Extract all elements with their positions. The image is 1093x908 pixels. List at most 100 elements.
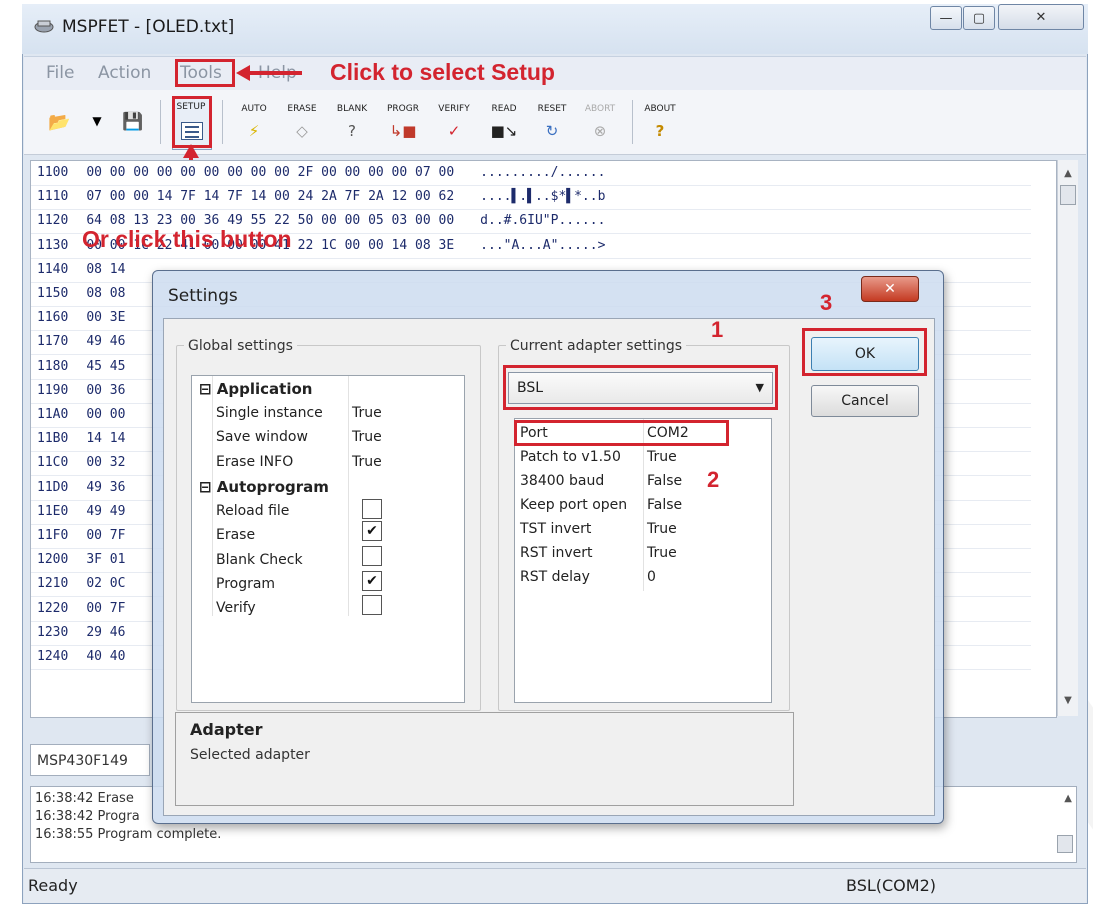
- erase-checkbox[interactable]: ✔: [362, 521, 382, 541]
- scroll-down-icon[interactable]: ▼: [1058, 695, 1078, 706]
- global-settings-title: Global settings: [184, 338, 297, 354]
- blank-check-icon[interactable]: ?: [332, 122, 372, 140]
- hex-bytes: 08 08: [86, 286, 126, 301]
- setting-value[interactable]: True: [352, 429, 382, 445]
- hex-address: 1130: [37, 237, 69, 253]
- refresh-icon[interactable]: ↻: [532, 122, 572, 140]
- hex-row[interactable]: 1190 00 36: [37, 383, 151, 398]
- abort-icon: ⊗: [593, 122, 607, 140]
- hex-row[interactable]: 1230 29 46: [37, 625, 151, 640]
- prop-name: TST invert: [520, 521, 592, 537]
- hex-address: 11B0: [37, 431, 69, 447]
- hex-row[interactable]: 11B0 14 14: [37, 431, 151, 446]
- log-line: 16:38:55 Program complete.: [35, 827, 222, 842]
- eraser-icon[interactable]: ◇: [282, 122, 322, 140]
- checkmark-icon[interactable]: ✓: [432, 122, 476, 140]
- dialog-close-button[interactable]: ✕: [861, 276, 919, 302]
- app-icon: [34, 18, 54, 34]
- save-icon[interactable]: 💾: [122, 112, 143, 132]
- open-folder-icon[interactable]: 📂: [48, 112, 70, 133]
- description-title: Adapter: [190, 720, 263, 739]
- blank-check-checkbox[interactable]: [362, 546, 382, 566]
- setting-name: Blank Check: [216, 552, 303, 568]
- collapse-icon[interactable]: ⊟: [199, 478, 217, 496]
- setup-hint: Click to select Setup: [330, 59, 555, 85]
- hex-row[interactable]: 1150 08 08: [37, 286, 151, 301]
- hex-address: 1180: [37, 358, 69, 374]
- setting-name: Reload file: [216, 503, 290, 519]
- hex-address: 1210: [37, 576, 69, 592]
- hex-row[interactable]: 11D0 49 36: [37, 480, 151, 495]
- autoprogram-header-label: Autoprogram: [216, 478, 329, 496]
- hex-row[interactable]: 1110 07 00 00 14 7F 14 7F 14 00 24 2A 7F …: [37, 189, 605, 204]
- setting-value[interactable]: True: [352, 454, 382, 470]
- toolbar-separator: [632, 100, 633, 144]
- maximize-button[interactable]: ▢: [963, 6, 995, 30]
- about-icon[interactable]: ?: [640, 122, 680, 140]
- scroll-up-icon[interactable]: ▲: [1064, 793, 1072, 804]
- scroll-up-icon[interactable]: ▲: [1058, 168, 1078, 179]
- scroll-thumb[interactable]: [1060, 185, 1076, 205]
- blank-label: BLANK: [336, 104, 368, 114]
- read-icon[interactable]: ■↘: [484, 122, 524, 140]
- chevron-down-icon[interactable]: ▼: [90, 114, 104, 128]
- menu-action[interactable]: Action: [98, 63, 151, 83]
- hex-row[interactable]: 11A0 00 00: [37, 407, 151, 422]
- close-button[interactable]: ✕: [998, 4, 1084, 30]
- hex-row[interactable]: 1140 08 14: [37, 262, 151, 277]
- prop-value[interactable]: True: [647, 545, 677, 561]
- verify-checkbox[interactable]: [362, 595, 382, 615]
- hex-row[interactable]: 1100 00 00 00 00 00 00 00 00 00 2F 00 00 …: [37, 165, 605, 180]
- cancel-button[interactable]: Cancel: [811, 385, 919, 417]
- hex-bytes: 00 00: [86, 407, 126, 422]
- prop-value[interactable]: True: [647, 449, 677, 465]
- adapter-settings-title: Current adapter settings: [506, 338, 687, 354]
- hex-row[interactable]: 1210 02 0C: [37, 576, 151, 591]
- hex-bytes: 14 14: [86, 431, 126, 447]
- program-checkbox[interactable]: ✔: [362, 571, 382, 591]
- minimize-icon: —: [939, 10, 953, 26]
- hex-bytes: 29 46: [86, 624, 126, 640]
- reload-file-checkbox[interactable]: [362, 499, 382, 519]
- application-header[interactable]: ⊟ Application: [199, 380, 312, 398]
- prop-value[interactable]: True: [647, 521, 677, 537]
- vertical-scrollbar[interactable]: ▲ ▼: [1057, 160, 1078, 716]
- autoprogram-header[interactable]: ⊟ Autoprogram: [199, 478, 329, 496]
- hex-row[interactable]: 1220 00 7F: [37, 601, 151, 616]
- row-divider: [31, 185, 1031, 186]
- hex-row[interactable]: 1160 00 3E: [37, 310, 151, 325]
- arrow-left-icon: [236, 65, 302, 81]
- hex-row[interactable]: 11E0 49 49: [37, 504, 151, 519]
- hex-row[interactable]: 11C0 00 32: [37, 455, 151, 470]
- lightning-icon[interactable]: ⚡: [234, 122, 274, 140]
- hex-row[interactable]: 1180 45 45: [37, 359, 151, 374]
- hex-address: 1170: [37, 334, 69, 350]
- prop-name: Keep port open: [520, 497, 628, 513]
- hex-address: 1140: [37, 261, 69, 277]
- progr-label: PROGR: [387, 104, 419, 114]
- verify-label: VERIFY: [438, 104, 470, 114]
- hex-row[interactable]: 11F0 00 7F: [37, 528, 151, 543]
- prop-value[interactable]: False: [647, 497, 682, 513]
- hex-bytes: 40 40: [86, 649, 126, 664]
- setting-name: Erase: [216, 527, 256, 543]
- scroll-thumb[interactable]: [1057, 835, 1073, 853]
- hex-row[interactable]: 1240 40 40: [37, 649, 151, 664]
- hex-bytes: 08 14: [86, 261, 126, 277]
- status-connection: BSL(COM2): [846, 876, 936, 895]
- port-highlight: [514, 420, 729, 446]
- hex-address: 11A0: [37, 407, 69, 422]
- setting-name: Program: [216, 576, 276, 592]
- menu-file[interactable]: File: [46, 63, 74, 83]
- minimize-button[interactable]: —: [930, 6, 962, 30]
- setting-value[interactable]: True: [352, 405, 382, 421]
- device-field[interactable]: MSP430F149: [30, 744, 150, 776]
- prop-value[interactable]: False: [647, 473, 682, 489]
- hex-row[interactable]: 1170 49 46: [37, 334, 151, 349]
- hex-row[interactable]: 1200 3F 01: [37, 552, 151, 567]
- collapse-icon[interactable]: ⊟: [199, 380, 217, 398]
- program-icon[interactable]: ↳■: [382, 122, 424, 140]
- step-2-label: 2: [707, 467, 720, 492]
- hex-bytes: 00 32: [86, 455, 126, 471]
- prop-value[interactable]: 0: [647, 569, 656, 585]
